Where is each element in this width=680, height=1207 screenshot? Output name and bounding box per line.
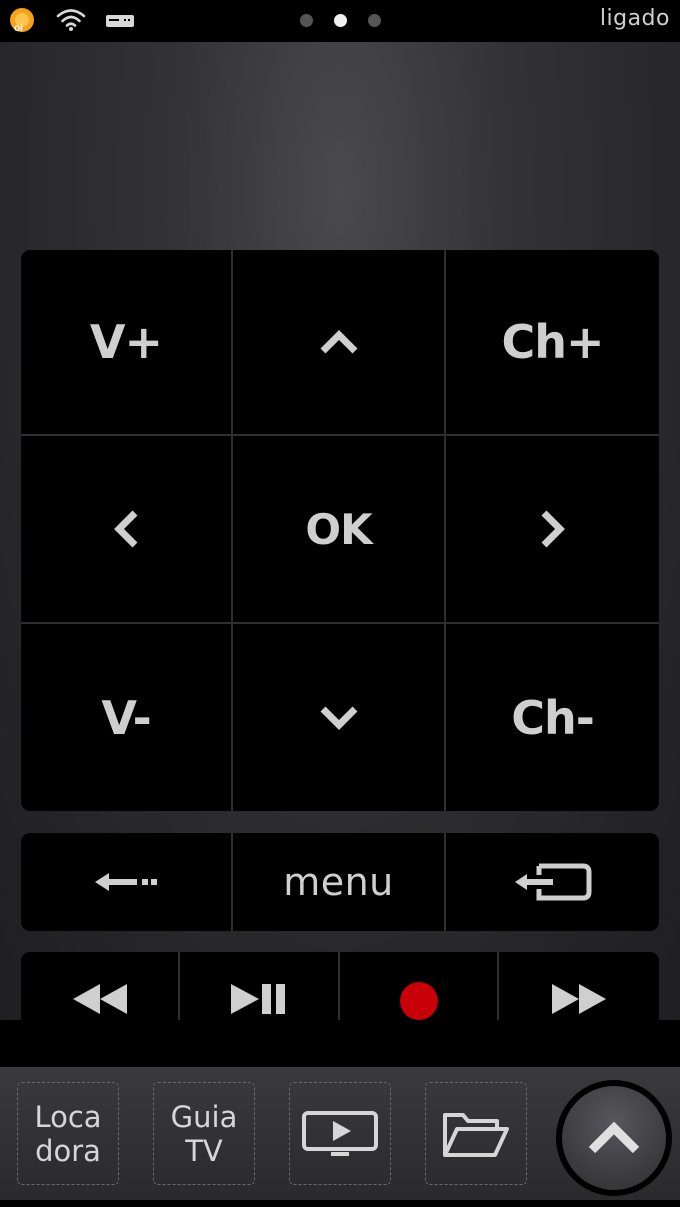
tv-play-button[interactable] <box>289 1082 391 1185</box>
rewind-button[interactable] <box>21 952 180 1020</box>
volume-up-label: V+ <box>89 315 163 369</box>
play-pause-icon <box>231 984 285 1014</box>
navigation-row: menu <box>21 833 659 931</box>
down-arrow-icon <box>320 706 357 730</box>
channel-down-label: Ch- <box>511 690 595 745</box>
guia-tv-label-line2: TV <box>185 1133 223 1168</box>
oi-logo-icon: oi <box>10 8 34 34</box>
up-arrow-icon <box>320 330 357 354</box>
svg-text:oi: oi <box>14 23 23 34</box>
rewind-icon <box>72 984 127 1014</box>
record-button[interactable] <box>340 952 499 1020</box>
connection-status: ligado <box>599 6 670 31</box>
page-dot-2-active[interactable] <box>334 14 347 27</box>
volume-down-label: V- <box>101 690 151 745</box>
volume-up-button[interactable]: V+ <box>21 250 233 436</box>
right-arrow-icon <box>541 510 565 548</box>
fast-forward-button[interactable] <box>499 952 659 1020</box>
play-pause-button[interactable] <box>180 952 340 1020</box>
menu-button[interactable]: menu <box>233 833 446 931</box>
record-icon <box>399 982 438 1020</box>
channel-down-button[interactable]: Ch- <box>446 624 659 811</box>
guia-tv-label-line1: Guia <box>170 1099 238 1134</box>
back-arrow-icon <box>95 873 157 891</box>
locadora-label-line2: dora <box>35 1133 101 1168</box>
ok-label: OK <box>305 504 372 554</box>
chevron-up-icon <box>588 1121 640 1154</box>
left-button[interactable] <box>21 436 233 624</box>
wifi-icon <box>56 9 86 31</box>
expand-up-inner <box>562 1086 666 1190</box>
right-button[interactable] <box>446 436 659 624</box>
tv-box-icon <box>106 15 134 27</box>
guia-tv-button[interactable]: Guia TV <box>153 1082 255 1185</box>
folder-icon <box>443 1112 509 1157</box>
divider-band <box>0 1020 680 1067</box>
media-controls-row <box>21 952 659 1020</box>
page-dot-1[interactable] <box>300 14 313 27</box>
dpad-grid: V+ Ch+ OK V- Ch- <box>21 250 659 811</box>
remote-control-panel: V+ Ch+ OK V- Ch- menu <box>0 42 680 1020</box>
volume-down-button[interactable]: V- <box>21 624 233 811</box>
menu-label: menu <box>283 860 394 904</box>
bottom-dock: Loca dora Guia TV <box>0 1067 680 1200</box>
page-dot-3[interactable] <box>368 14 381 27</box>
channel-up-label: Ch+ <box>501 315 604 369</box>
exit-button[interactable] <box>446 833 659 931</box>
page-indicator[interactable] <box>296 14 388 28</box>
fast-forward-icon <box>552 984 606 1014</box>
up-button[interactable] <box>233 250 446 436</box>
locadora-label-line1: Loca <box>34 1099 102 1134</box>
down-button[interactable] <box>233 624 446 811</box>
tv-play-icon <box>302 1110 378 1156</box>
expand-up-button[interactable] <box>556 1080 672 1196</box>
folder-button[interactable] <box>425 1082 527 1185</box>
channel-up-button[interactable]: Ch+ <box>446 250 659 436</box>
bottom-edge <box>0 1200 680 1207</box>
back-button[interactable] <box>21 833 233 931</box>
left-arrow-icon <box>114 510 138 548</box>
exit-icon <box>514 863 591 901</box>
status-bar: oi ligado <box>0 0 680 42</box>
ok-button[interactable]: OK <box>233 436 446 624</box>
locadora-button[interactable]: Loca dora <box>17 1082 119 1185</box>
